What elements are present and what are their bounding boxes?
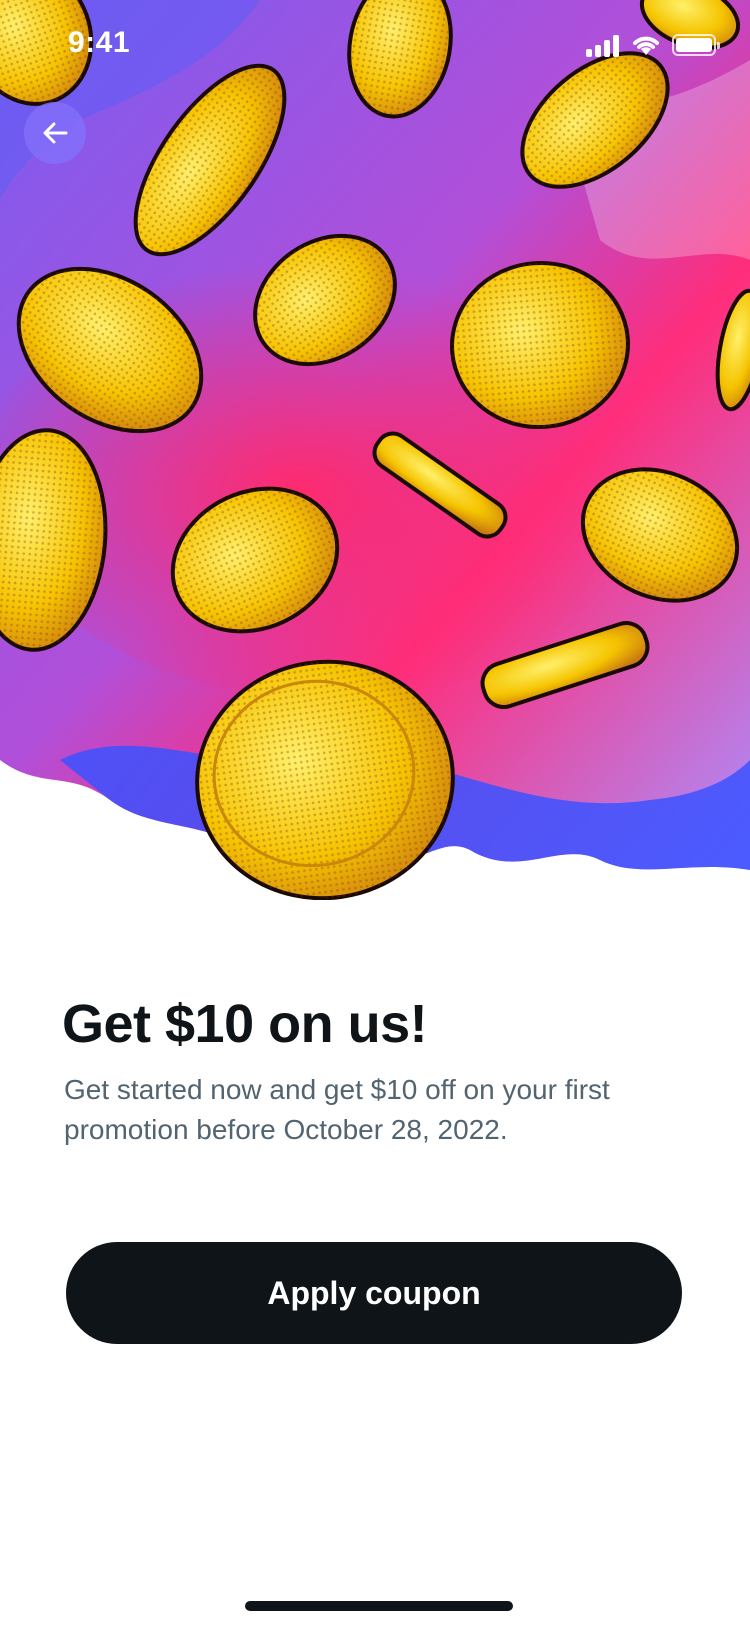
home-indicator	[245, 1601, 513, 1611]
status-time: 9:41	[68, 26, 131, 59]
arrow-left-icon	[43, 122, 68, 144]
wifi-icon	[633, 36, 659, 55]
status-bar: 9:41	[0, 0, 750, 92]
hero-illustration	[0, 0, 750, 900]
status-icons	[586, 30, 720, 60]
promo-description: Get started now and get $10 off on your …	[64, 1074, 610, 1145]
signal-icon	[586, 33, 620, 57]
back-button[interactable]	[24, 102, 86, 164]
coins-illustration	[0, 0, 750, 900]
battery-icon	[672, 34, 720, 56]
apply-coupon-button[interactable]: Apply coupon	[66, 1242, 682, 1344]
promo-title: Get $10 on us!	[62, 994, 428, 1054]
